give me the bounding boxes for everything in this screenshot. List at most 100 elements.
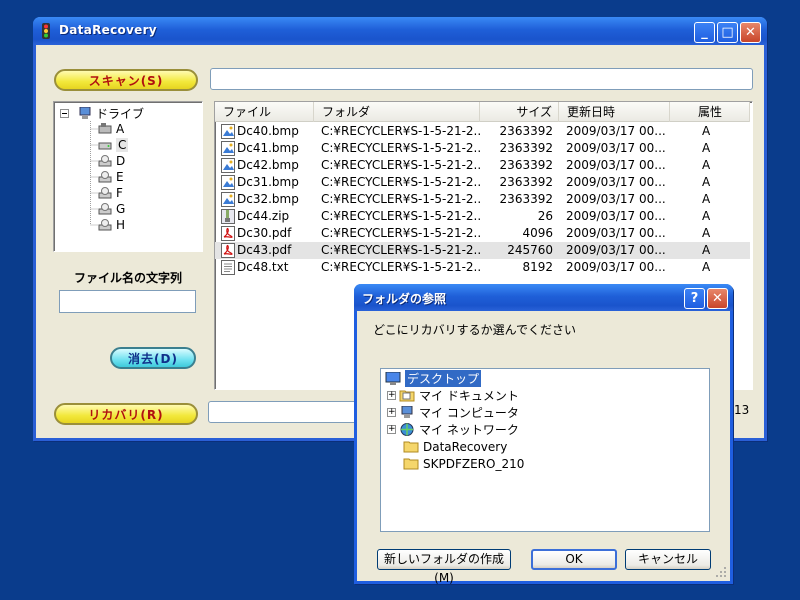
- floppy-drive-icon: [98, 123, 112, 134]
- file-attributes: A: [702, 209, 711, 223]
- drive-label: C: [116, 138, 129, 152]
- minimize-button[interactable]: _: [694, 22, 715, 43]
- cd-drive-icon: [98, 171, 112, 183]
- drive-item-a[interactable]: A: [98, 121, 124, 137]
- column-header-attributes[interactable]: 属性: [670, 102, 750, 122]
- folder-icon: [403, 458, 419, 470]
- window-title: DataRecovery: [59, 23, 157, 37]
- dialog-title-bar[interactable]: フォルダの参照 ? ✕: [354, 284, 733, 311]
- cancel-button[interactable]: キャンセル: [625, 549, 711, 570]
- file-attributes: A: [702, 192, 711, 206]
- file-size: 26: [537, 209, 553, 223]
- new-folder-button[interactable]: 新しいフォルダの作成(M): [377, 549, 511, 585]
- hard-drive-icon: [98, 142, 112, 150]
- status-count: 13: [734, 403, 750, 417]
- bitmap-icon: [221, 175, 235, 190]
- file-modified: 2009/03/17 00...: [566, 158, 666, 172]
- cd-drive-icon: [98, 219, 112, 231]
- drive-item-h[interactable]: H: [98, 217, 125, 233]
- scan-button[interactable]: スキャン(S): [54, 69, 198, 91]
- file-row[interactable]: Dc40.bmp C:¥RECYCLER¥S-1-5-21-2... 2363392…: [215, 123, 750, 140]
- file-row[interactable]: Dc30.pdf C:¥RECYCLER¥S-1-5-21-2... 4096 200…: [215, 225, 750, 242]
- file-attributes: A: [702, 141, 711, 155]
- folder-icon: [403, 441, 419, 453]
- expand-icon[interactable]: +: [387, 391, 396, 400]
- file-folder: C:¥RECYCLER¥S-1-5-21-2...: [321, 209, 481, 223]
- file-modified: 2009/03/17 00...: [566, 124, 666, 138]
- file-name: Dc43.pdf: [237, 243, 292, 257]
- file-row[interactable]: Dc42.bmp C:¥RECYCLER¥S-1-5-21-2... 2363392…: [215, 157, 750, 174]
- tree-item-my-computer[interactable]: + マイ コンピュータ: [387, 404, 519, 421]
- help-button[interactable]: ?: [684, 288, 705, 309]
- traffic-light-icon: [42, 23, 50, 39]
- column-header-size[interactable]: サイズ: [480, 102, 559, 122]
- cd-drive-icon: [98, 203, 112, 215]
- file-row[interactable]: Dc31.bmp C:¥RECYCLER¥S-1-5-21-2... 2363392…: [215, 174, 750, 191]
- desktop: { "window": { "title": "DataRecovery" },…: [0, 0, 800, 600]
- tree-item-my-network[interactable]: + マイ ネットワーク: [387, 421, 519, 438]
- cd-drive-icon: [98, 155, 112, 167]
- file-attributes: A: [702, 124, 711, 138]
- title-bar[interactable]: DataRecovery _ □ ✕: [33, 17, 767, 45]
- recover-button[interactable]: リカバリ(R): [54, 403, 198, 425]
- maximize-button[interactable]: □: [717, 22, 738, 43]
- file-row[interactable]: Dc44.zip C:¥RECYCLER¥S-1-5-21-2... 26 2009/…: [215, 208, 750, 225]
- tree-item-datarecovery[interactable]: DataRecovery: [403, 438, 507, 455]
- tree-item-label: マイ ドキュメント: [419, 389, 519, 403]
- column-header-modified[interactable]: 更新日時: [559, 102, 670, 122]
- column-header-file[interactable]: ファイル: [215, 102, 314, 122]
- pdf-icon: [221, 243, 235, 258]
- file-name: Dc30.pdf: [237, 226, 292, 240]
- file-folder: C:¥RECYCLER¥S-1-5-21-2...: [321, 260, 481, 274]
- drive-tree: ドライブ A C D E F G H: [53, 101, 203, 252]
- file-attributes: A: [702, 243, 711, 257]
- tree-item-label: SKPDFZERO_210: [423, 456, 525, 471]
- tree-item-my-documents[interactable]: + マイ ドキュメント: [387, 387, 519, 404]
- zip-icon: [221, 209, 235, 224]
- close-button[interactable]: ✕: [740, 22, 761, 43]
- dialog-close-button[interactable]: ✕: [707, 288, 728, 309]
- tree-item-desktop[interactable]: デスクトップ: [385, 370, 482, 387]
- file-row[interactable]: Dc32.bmp C:¥RECYCLER¥S-1-5-21-2... 2363392…: [215, 191, 750, 208]
- expand-icon[interactable]: +: [387, 425, 396, 434]
- column-header-folder[interactable]: フォルダ: [314, 102, 480, 122]
- tree-root-drives[interactable]: ドライブ: [78, 105, 144, 121]
- drive-item-f[interactable]: F: [98, 185, 123, 201]
- file-name: Dc44.zip: [237, 209, 290, 223]
- file-size: 8192: [522, 260, 553, 274]
- drive-item-d[interactable]: D: [98, 153, 125, 169]
- tree-item-label: マイ ネットワーク: [419, 423, 519, 437]
- resize-grip-icon[interactable]: [715, 566, 727, 578]
- file-row[interactable]: Dc43.pdf C:¥RECYCLER¥S-1-5-21-2... 245760 2…: [215, 242, 750, 259]
- file-list-header: ファイル フォルダ サイズ 更新日時 属性: [215, 102, 750, 122]
- cd-drive-icon: [98, 187, 112, 199]
- drive-item-g[interactable]: G: [98, 201, 125, 217]
- filename-filter-input[interactable]: [59, 290, 196, 313]
- tree-item-skpdfzero[interactable]: SKPDFZERO_210: [403, 455, 524, 472]
- file-modified: 2009/03/17 00...: [566, 260, 666, 274]
- drive-item-e[interactable]: E: [98, 169, 124, 185]
- bitmap-icon: [221, 141, 235, 156]
- file-name: Dc32.bmp: [237, 192, 299, 206]
- drive-item-c[interactable]: C: [98, 137, 129, 153]
- file-attributes: A: [702, 226, 711, 240]
- pdf-icon: [221, 226, 235, 241]
- path-field[interactable]: [210, 68, 753, 90]
- tree-root-label: ドライブ: [96, 106, 145, 121]
- file-name: Dc31.bmp: [237, 175, 299, 189]
- computer-icon: [79, 107, 91, 119]
- file-folder: C:¥RECYCLER¥S-1-5-21-2...: [321, 226, 481, 240]
- filename-filter-label: ファイル名の文字列: [73, 271, 182, 285]
- drive-label: G: [116, 202, 126, 216]
- file-row[interactable]: Dc48.txt C:¥RECYCLER¥S-1-5-21-2... 8192 200…: [215, 259, 750, 276]
- my-documents-icon: [399, 390, 415, 402]
- file-folder: C:¥RECYCLER¥S-1-5-21-2...: [321, 175, 481, 189]
- drive-label: D: [116, 154, 126, 168]
- expand-icon[interactable]: +: [387, 408, 396, 417]
- file-folder: C:¥RECYCLER¥S-1-5-21-2...: [321, 243, 481, 257]
- file-modified: 2009/03/17 00...: [566, 141, 666, 155]
- file-attributes: A: [702, 158, 711, 172]
- file-row[interactable]: Dc41.bmp C:¥RECYCLER¥S-1-5-21-2... 2363392…: [215, 140, 750, 157]
- ok-button[interactable]: OK: [531, 549, 617, 570]
- clear-button[interactable]: 消去(D): [110, 347, 196, 369]
